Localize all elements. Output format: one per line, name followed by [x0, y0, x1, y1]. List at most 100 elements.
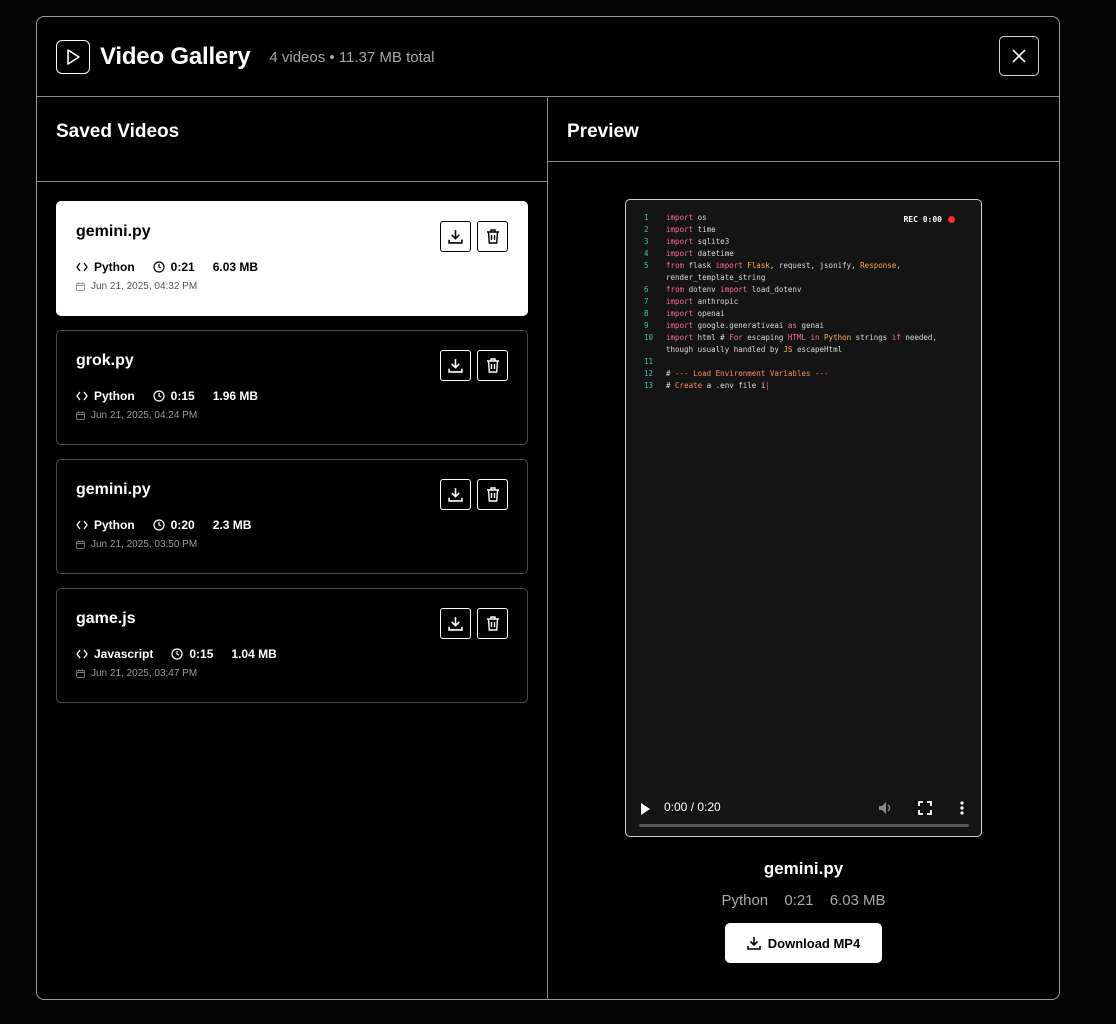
video-meta: Python 0:20 2.3 MB	[76, 518, 508, 532]
download-icon	[448, 617, 463, 631]
saved-videos-pane: Saved Videos gemini.py Python 0:21 6.03 …	[37, 97, 548, 999]
card-actions	[440, 608, 508, 639]
video-card[interactable]: gemini.py Python 0:21 6.03 MB Jun 21, 20…	[56, 201, 528, 316]
code-line: 10 import html # For escaping HTML in Pyt…	[636, 332, 971, 344]
line-number: 9	[644, 321, 649, 330]
video-size: 2.3 MB	[212, 518, 252, 532]
code-text: import datetime	[666, 249, 734, 258]
more-vertical-icon	[960, 801, 964, 815]
code-text: import os	[666, 213, 707, 222]
card-actions	[440, 221, 508, 252]
code-line: 7 import anthropic	[636, 296, 971, 308]
gallery-summary: 4 videos • 11.37 MB total	[269, 49, 435, 66]
video-date-text: Jun 21, 2025, 03:50 PM	[91, 539, 198, 550]
code-line: 4 import datetime	[636, 248, 971, 260]
code-frame: 1 import os 2 import time 3 import sqlite3 4 im…	[636, 212, 971, 392]
download-mp4-label: Download MP4	[767, 935, 861, 951]
video-gallery-modal: Video Gallery 4 videos • 11.37 MB total …	[36, 16, 1060, 1000]
code-line: 13 # Create a .env file i|	[636, 380, 971, 392]
clock-icon	[153, 261, 165, 273]
code-icon	[76, 262, 88, 272]
code-line: 8 import openai	[636, 308, 971, 320]
preview-size: 6.03 MB	[829, 892, 886, 909]
video-meta: Python 0:21 6.03 MB	[76, 260, 508, 274]
video-list: gemini.py Python 0:21 6.03 MB Jun 21, 20…	[37, 182, 547, 703]
line-number	[636, 272, 666, 284]
player-controls: 0:00 / 0:20	[626, 786, 981, 836]
code-text: import html # For escaping HTML in Pytho…	[666, 333, 937, 342]
fullscreen-icon	[918, 801, 932, 815]
delete-button[interactable]	[477, 350, 508, 381]
line-number: 3	[644, 237, 649, 246]
download-button[interactable]	[440, 608, 471, 639]
video-duration: 0:21	[170, 260, 195, 274]
line-number: 11	[644, 357, 654, 366]
code-text: from dotenv import load_dotenv	[666, 285, 802, 294]
delete-button[interactable]	[477, 221, 508, 252]
code-text: from flask import Flask, request, jsonif…	[666, 261, 901, 270]
code-text: import time	[666, 225, 716, 234]
volume-icon	[879, 802, 891, 814]
clock-icon	[171, 648, 183, 660]
download-button[interactable]	[440, 479, 471, 510]
code-text: though usually handled by JS escapeHtml	[666, 345, 843, 354]
line-number: 2	[644, 225, 649, 234]
trash-icon	[486, 229, 499, 244]
code-icon	[76, 391, 88, 401]
preview-language: Python	[721, 892, 769, 909]
trash-icon	[486, 487, 499, 502]
video-language: Python	[94, 389, 135, 403]
close-icon	[1012, 49, 1026, 63]
progress-track[interactable]	[639, 824, 969, 827]
mute-button[interactable]	[878, 801, 894, 820]
preview-video-name: gemini.py	[763, 859, 844, 878]
video-language: Python	[94, 260, 135, 274]
download-button[interactable]	[440, 221, 471, 252]
code-text: render_template_string	[666, 273, 766, 282]
rec-indicator: REC 0:00	[903, 215, 955, 224]
rec-label: REC 0:00	[903, 215, 942, 224]
code-text: # --- Load Environment Variables ---	[666, 369, 829, 378]
preview-heading: Preview	[548, 97, 1059, 162]
video-size: 1.04 MB	[231, 647, 277, 661]
video-language: Python	[94, 518, 135, 532]
player-time: 0:00 / 0:20	[664, 800, 721, 814]
play-triangle-icon	[641, 803, 650, 815]
play-icon	[56, 39, 90, 74]
calendar-icon	[76, 540, 85, 549]
rec-dot-icon	[948, 216, 955, 223]
play-button[interactable]	[640, 802, 650, 820]
modal-header: Video Gallery 4 videos • 11.37 MB total	[37, 17, 1059, 97]
video-duration: 0:15	[170, 389, 195, 403]
code-line: 3 import sqlite3	[636, 236, 971, 248]
code-text: import sqlite3	[666, 237, 730, 246]
video-date: Jun 21, 2025, 04:32 PM	[76, 281, 508, 292]
delete-button[interactable]	[477, 608, 508, 639]
video-size: 1.96 MB	[212, 389, 259, 403]
video-card[interactable]: game.js Javascript 0:15 1.04 MB Jun 21, …	[56, 588, 528, 703]
video-size: 6.03 MB	[212, 260, 259, 274]
code-line: 2 import time	[636, 224, 971, 236]
code-line: 9 import google.generativeai as genai	[636, 320, 971, 332]
close-button[interactable]	[999, 36, 1039, 76]
video-card[interactable]: gemini.py Python 0:20 2.3 MB Jun 21, 202…	[56, 459, 528, 574]
more-options-button[interactable]	[960, 801, 964, 820]
card-actions	[440, 350, 508, 381]
preview-duration: 0:21	[784, 892, 814, 909]
code-line: 11	[636, 356, 971, 368]
line-number: 1	[644, 213, 649, 222]
line-number	[636, 344, 666, 356]
video-date-text: Jun 21, 2025, 03:47 PM	[91, 668, 198, 679]
fullscreen-button[interactable]	[918, 801, 932, 820]
code-line: render_template_string	[636, 272, 971, 284]
video-duration: 0:20	[170, 518, 195, 532]
video-card[interactable]: grok.py Python 0:15 1.96 MB Jun 21, 2025…	[56, 330, 528, 445]
download-button[interactable]	[440, 350, 471, 381]
video-player[interactable]: 1 import os 2 import time 3 import sqlite3 4 im…	[625, 199, 982, 837]
line-number: 6	[644, 285, 649, 294]
download-mp4-button[interactable]: Download MP4	[725, 923, 882, 963]
delete-button[interactable]	[477, 479, 508, 510]
code-line: though usually handled by JS escapeHtml	[636, 344, 971, 356]
download-icon	[448, 359, 463, 373]
code-text: import anthropic	[666, 297, 739, 306]
